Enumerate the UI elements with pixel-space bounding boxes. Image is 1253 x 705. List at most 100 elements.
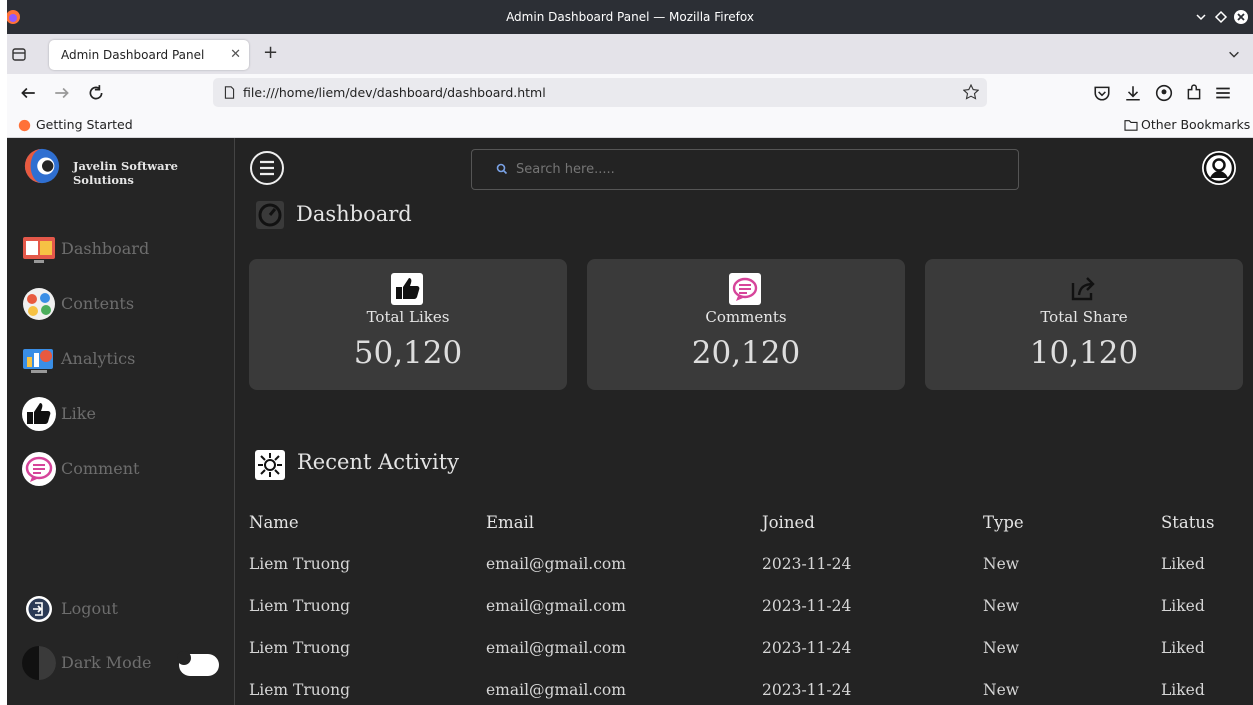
activity-icon bbox=[255, 450, 285, 480]
cell-joined: 2023-11-24 bbox=[762, 555, 852, 573]
search-icon bbox=[496, 163, 508, 175]
thumbs-up-icon bbox=[391, 273, 423, 305]
navigation-bar: file:///home/liem/dev/dashboard/dashboar… bbox=[7, 74, 1253, 112]
tab-admin-dashboard[interactable]: Admin Dashboard Panel ✕ bbox=[49, 40, 249, 70]
cell-email: email@gmail.com bbox=[486, 555, 626, 573]
cell-name: Liem Truong bbox=[249, 681, 351, 699]
maximize-icon[interactable] bbox=[1213, 9, 1229, 25]
pocket-icon[interactable] bbox=[1093, 84, 1111, 102]
contents-icon bbox=[23, 288, 55, 320]
card-label: Total Share bbox=[1040, 308, 1128, 326]
account-icon[interactable] bbox=[1155, 84, 1173, 102]
total-share-card: Total Share 10,120 bbox=[925, 259, 1243, 390]
url-text: file:///home/liem/dev/dashboard/dashboar… bbox=[243, 85, 546, 100]
page-icon bbox=[224, 86, 235, 99]
cell-name: Liem Truong bbox=[249, 555, 351, 573]
table-header-row: Name Email Joined Type Status bbox=[249, 501, 1239, 543]
cell-type: New bbox=[983, 639, 1020, 657]
cell-status: Liked bbox=[1161, 555, 1205, 573]
share-icon bbox=[1071, 277, 1095, 301]
cell-name: Liem Truong bbox=[249, 639, 351, 657]
user-avatar-icon[interactable] bbox=[1201, 150, 1237, 186]
column-header-name: Name bbox=[249, 512, 299, 532]
bookmark-getting-started[interactable]: Getting Started bbox=[36, 117, 133, 132]
cell-status: Liked bbox=[1161, 639, 1205, 657]
window-titlebar: Admin Dashboard Panel — Mozilla Firefox bbox=[7, 0, 1253, 34]
column-header-type: Type bbox=[983, 512, 1024, 532]
bookmarks-bar: Getting Started Other Bookmarks bbox=[7, 112, 1253, 138]
thumbs-up-icon bbox=[22, 397, 56, 431]
cell-type: New bbox=[983, 555, 1020, 573]
close-window-icon[interactable] bbox=[1233, 9, 1249, 25]
cell-status: Liked bbox=[1161, 597, 1205, 615]
toggle-knob bbox=[177, 651, 191, 665]
cell-status: Liked bbox=[1161, 681, 1205, 699]
card-label: Total Likes bbox=[366, 308, 450, 326]
extensions-icon[interactable] bbox=[1185, 84, 1203, 102]
folder-icon bbox=[1124, 120, 1138, 131]
tab-title: Admin Dashboard Panel bbox=[61, 48, 205, 62]
tab-bar: Admin Dashboard Panel ✕ + bbox=[7, 34, 1253, 74]
bookmark-star-icon[interactable] bbox=[963, 84, 979, 100]
sidebar-item-label: Comment bbox=[61, 459, 140, 478]
activity-table: Name Email Joined Type Status Liem Truon… bbox=[249, 501, 1239, 705]
downloads-icon[interactable] bbox=[1124, 84, 1142, 102]
speedometer-icon bbox=[256, 201, 284, 229]
column-header-status: Status bbox=[1161, 512, 1215, 532]
section-title-recent-activity: Recent Activity bbox=[297, 450, 460, 474]
dashboard-icon bbox=[23, 237, 55, 263]
cell-joined: 2023-11-24 bbox=[762, 639, 852, 657]
table-row: Liem Truong email@gmail.com 2023-11-24 N… bbox=[249, 627, 1239, 669]
menu-icon[interactable] bbox=[1214, 84, 1232, 102]
logout-label: Logout bbox=[61, 599, 118, 618]
card-value: 20,120 bbox=[691, 335, 801, 371]
sidebar-item-label: Like bbox=[61, 404, 96, 423]
back-icon[interactable] bbox=[19, 84, 37, 102]
url-bar[interactable]: file:///home/liem/dev/dashboard/dashboar… bbox=[213, 78, 987, 107]
brand-name: Javelin Software Solutions bbox=[73, 159, 178, 187]
comments-card: Comments 20,120 bbox=[587, 259, 905, 390]
sidebar-item-label: Analytics bbox=[61, 349, 136, 368]
close-tab-icon[interactable]: ✕ bbox=[230, 47, 241, 62]
dark-mode-icon bbox=[22, 646, 56, 680]
browser-window: Admin Dashboard Panel — Mozilla Firefox … bbox=[7, 0, 1253, 705]
sidebar-toggle-icon[interactable] bbox=[249, 150, 285, 186]
bookmark-other[interactable]: Other Bookmarks bbox=[1141, 117, 1250, 132]
minimize-icon[interactable] bbox=[1193, 9, 1209, 25]
comment-icon bbox=[729, 273, 761, 305]
new-tab-icon[interactable]: + bbox=[263, 42, 278, 63]
cell-email: email@gmail.com bbox=[486, 639, 626, 657]
reload-icon[interactable] bbox=[87, 84, 105, 102]
table-row: Liem Truong email@gmail.com 2023-11-24 N… bbox=[249, 543, 1239, 585]
cell-joined: 2023-11-24 bbox=[762, 597, 852, 615]
search-input[interactable] bbox=[516, 158, 996, 180]
cell-type: New bbox=[983, 681, 1020, 699]
cell-type: New bbox=[983, 597, 1020, 615]
comment-icon bbox=[22, 452, 56, 486]
dark-mode-toggle[interactable] bbox=[177, 651, 219, 676]
admin-dashboard-app: Javelin Software Solutions Dashboard Con… bbox=[7, 138, 1253, 705]
cell-joined: 2023-11-24 bbox=[762, 681, 852, 699]
cell-email: email@gmail.com bbox=[486, 681, 626, 699]
search-box[interactable] bbox=[471, 149, 1019, 190]
logout-icon bbox=[26, 596, 52, 622]
card-value: 50,120 bbox=[353, 335, 463, 371]
total-likes-card: Total Likes 50,120 bbox=[249, 259, 567, 390]
analytics-icon bbox=[23, 349, 53, 373]
column-header-joined: Joined bbox=[762, 512, 815, 532]
forward-icon[interactable] bbox=[53, 84, 71, 102]
main-content: Dashboard Total Likes 50,120 Comments 20… bbox=[235, 138, 1253, 705]
brand-logo-icon bbox=[24, 148, 60, 184]
firefox-bookmark-icon bbox=[18, 119, 31, 132]
list-tabs-chevron-icon[interactable] bbox=[1227, 47, 1241, 61]
window-title: Admin Dashboard Panel — Mozilla Firefox bbox=[506, 10, 754, 24]
table-row: Liem Truong email@gmail.com 2023-11-24 N… bbox=[249, 669, 1239, 705]
cell-email: email@gmail.com bbox=[486, 597, 626, 615]
sidebar: Javelin Software Solutions Dashboard Con… bbox=[7, 138, 235, 705]
page-title: Dashboard bbox=[296, 202, 412, 226]
dark-mode-label: Dark Mode bbox=[61, 653, 152, 672]
table-row: Liem Truong email@gmail.com 2023-11-24 N… bbox=[249, 585, 1239, 627]
sidebar-item-label: Contents bbox=[61, 294, 135, 313]
cell-name: Liem Truong bbox=[249, 597, 351, 615]
tab-list-icon[interactable] bbox=[11, 46, 27, 62]
